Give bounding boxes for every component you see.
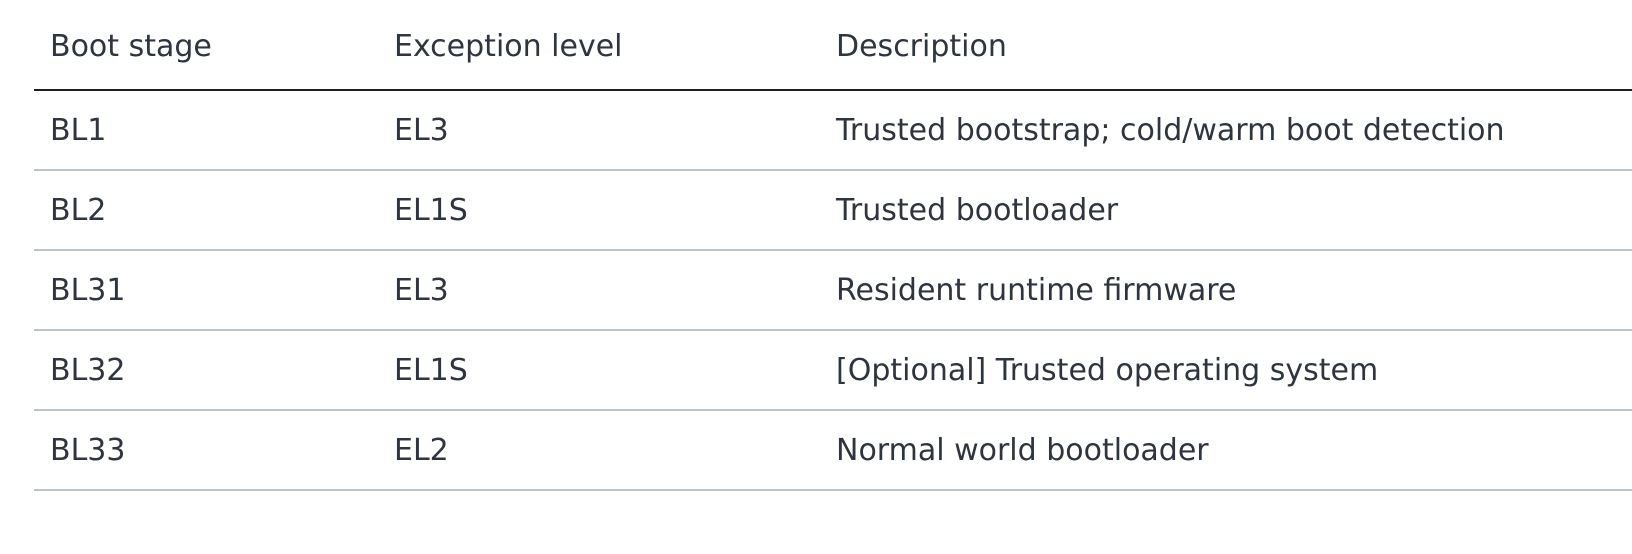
cell-exception-level: EL1S bbox=[378, 170, 820, 251]
cell-boot-stage: BL1 bbox=[34, 90, 378, 171]
cell-boot-stage: BL31 bbox=[34, 250, 378, 331]
table-row: BL33 EL2 Normal world bootloader bbox=[34, 410, 1632, 491]
table-row: BL32 EL1S [Optional] Trusted operating s… bbox=[34, 330, 1632, 411]
table-header: Boot stage Exception level Description bbox=[34, 0, 1632, 91]
cell-exception-level: EL3 bbox=[378, 90, 820, 171]
cell-description: Normal world bootloader bbox=[820, 410, 1632, 491]
cell-exception-level: EL2 bbox=[378, 410, 820, 491]
table-row: BL31 EL3 Resident runtime firmware bbox=[34, 250, 1632, 331]
table-row: BL1 EL3 Trusted bootstrap; cold/warm boo… bbox=[34, 90, 1632, 171]
cell-boot-stage: BL2 bbox=[34, 170, 378, 251]
table-row: BL2 EL1S Trusted bootloader bbox=[34, 170, 1632, 251]
header-row: Boot stage Exception level Description bbox=[34, 0, 1632, 91]
cell-boot-stage: BL32 bbox=[34, 330, 378, 411]
table-body: BL1 EL3 Trusted bootstrap; cold/warm boo… bbox=[34, 90, 1632, 491]
cell-exception-level: EL1S bbox=[378, 330, 820, 411]
boot-stages-table-container: Boot stage Exception level Description B… bbox=[34, 0, 1632, 491]
cell-exception-level: EL3 bbox=[378, 250, 820, 331]
cell-description: Trusted bootstrap; cold/warm boot detect… bbox=[820, 90, 1632, 171]
cell-description: [Optional] Trusted operating system bbox=[820, 330, 1632, 411]
header-description: Description bbox=[820, 0, 1632, 91]
cell-description: Resident runtime firmware bbox=[820, 250, 1632, 331]
header-exception-level: Exception level bbox=[378, 0, 820, 91]
cell-description: Trusted bootloader bbox=[820, 170, 1632, 251]
boot-stages-table: Boot stage Exception level Description B… bbox=[34, 0, 1632, 491]
cell-boot-stage: BL33 bbox=[34, 410, 378, 491]
header-boot-stage: Boot stage bbox=[34, 0, 378, 91]
